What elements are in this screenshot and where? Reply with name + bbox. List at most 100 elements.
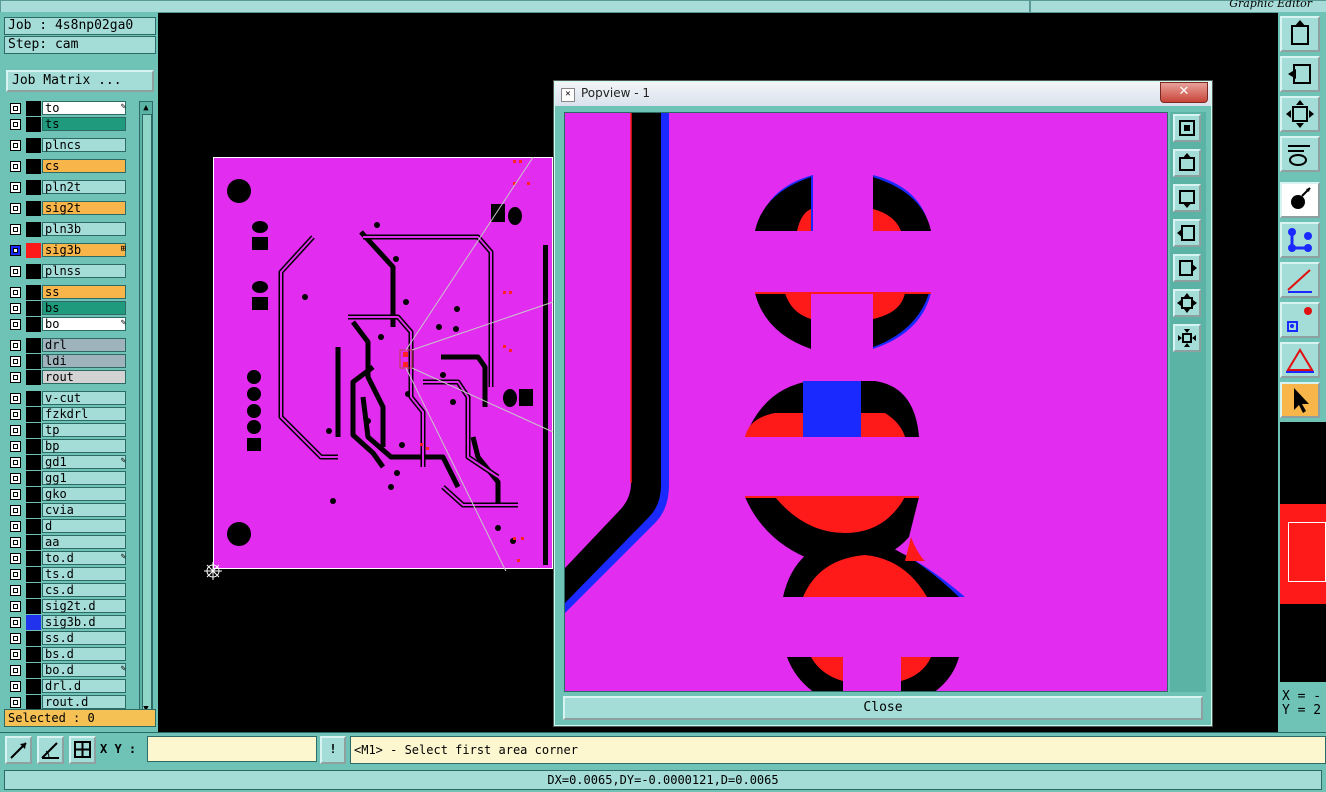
scroll-up-icon[interactable]: ▲ <box>141 103 151 113</box>
layer-row-pln3b[interactable]: pln3b <box>6 222 128 237</box>
layer-affected-marker[interactable] <box>26 519 41 534</box>
layer-row-plncs[interactable]: plncs <box>6 138 128 153</box>
layer-row-to-d[interactable]: to.d ✎ <box>6 551 128 566</box>
layer-affected-marker[interactable] <box>26 407 41 422</box>
layer-name[interactable]: sig2t.d <box>42 599 126 613</box>
zoom-home-button[interactable] <box>1173 114 1201 142</box>
layer-checkbox[interactable] <box>10 140 21 151</box>
route-button[interactable] <box>1280 222 1320 258</box>
view-prev-button[interactable] <box>1280 56 1320 92</box>
layer-checkbox[interactable] <box>10 457 21 468</box>
layer-name[interactable]: to <box>42 101 126 115</box>
layer-checkbox[interactable] <box>10 473 21 484</box>
layer-checkbox[interactable] <box>10 553 21 564</box>
layer-row-gd1[interactable]: gd1 ✎ <box>6 455 128 470</box>
layer-name[interactable]: bo <box>42 317 126 331</box>
layer-affected-marker[interactable] <box>26 101 41 116</box>
layer-name[interactable]: bs <box>42 301 126 315</box>
layer-row-rout-d[interactable]: rout.d <box>6 695 128 710</box>
layer-affected-marker[interactable] <box>26 695 41 710</box>
layer-affected-marker[interactable] <box>26 583 41 598</box>
layer-row-cs[interactable]: cs <box>6 159 128 174</box>
layer-checkbox[interactable] <box>10 266 21 277</box>
pan-down-button[interactable] <box>1173 184 1201 212</box>
layer-checkbox[interactable] <box>10 537 21 548</box>
layer-name[interactable]: sig3b <box>42 243 126 257</box>
layer-checkbox[interactable] <box>10 340 21 351</box>
layer-name[interactable]: ldi <box>42 354 126 368</box>
layer-affected-marker[interactable] <box>26 317 41 332</box>
layer-row-gg1[interactable]: gg1 <box>6 471 128 486</box>
layer-name[interactable]: sig3b.d <box>42 615 126 629</box>
layer-row-cvia[interactable]: cvia <box>6 503 128 518</box>
popview-close-icon[interactable]: ✕ <box>1160 82 1208 103</box>
layer-affected-marker[interactable] <box>26 201 41 216</box>
layer-affected-marker[interactable] <box>26 567 41 582</box>
layer-row-rout[interactable]: rout <box>6 370 128 385</box>
measure-button[interactable] <box>1280 262 1320 298</box>
layer-name[interactable]: plnss <box>42 264 126 278</box>
popview-close-button[interactable]: Close <box>563 696 1203 720</box>
layer-affected-marker[interactable] <box>26 455 41 470</box>
layer-checkbox[interactable] <box>10 601 21 612</box>
layer-row-aa[interactable]: aa <box>6 535 128 550</box>
layer-checkbox[interactable] <box>10 665 21 676</box>
layer-checkbox[interactable] <box>10 585 21 596</box>
layer-checkbox[interactable] <box>10 203 21 214</box>
layer-row-drl[interactable]: drl <box>6 338 128 353</box>
layer-name[interactable]: drl <box>42 338 126 352</box>
layer-affected-marker[interactable] <box>26 180 41 195</box>
layer-affected-marker[interactable] <box>26 551 41 566</box>
layer-name[interactable]: tp <box>42 423 126 437</box>
layer-name[interactable]: gko <box>42 487 126 501</box>
layer-name[interactable]: d <box>42 519 126 533</box>
popview-titlebar[interactable]: ✕ Popview - 1 ✕ <box>555 82 1211 106</box>
layer-name[interactable]: drl.d <box>42 679 126 693</box>
layer-row-ts[interactable]: ts <box>6 117 128 132</box>
layer-row-sig3b[interactable]: sig3b ⊞ <box>6 243 128 258</box>
layer-affected-marker[interactable] <box>26 503 41 518</box>
layer-name[interactable]: bs.d <box>42 647 126 661</box>
layer-row-sig2t-d[interactable]: sig2t.d <box>6 599 128 614</box>
layer-checkbox[interactable] <box>10 649 21 660</box>
layer-affected-marker[interactable] <box>26 117 41 132</box>
layer-affected-marker[interactable] <box>26 423 41 438</box>
layer-list-scrollbar[interactable]: ▲ ▼ <box>139 101 153 717</box>
layer-row-fzkdrl[interactable]: fzkdrl <box>6 407 128 422</box>
select-button[interactable] <box>1280 382 1320 418</box>
layer-affected-marker[interactable] <box>26 285 41 300</box>
pan-left-button[interactable] <box>1173 219 1201 247</box>
layer-name[interactable]: aa <box>42 535 126 549</box>
layer-name[interactable]: cvia <box>42 503 126 517</box>
layer-name[interactable]: cs <box>42 159 126 173</box>
layer-checkbox[interactable] <box>10 393 21 404</box>
layer-row-ts-d[interactable]: ts.d <box>6 567 128 582</box>
layer-affected-marker[interactable] <box>26 679 41 694</box>
layer-row-tp[interactable]: tp <box>6 423 128 438</box>
layer-checkbox[interactable] <box>10 103 21 114</box>
layer-row-ss[interactable]: ss <box>6 285 128 300</box>
layer-row-to[interactable]: to ✎ <box>6 101 128 116</box>
line-mode-button[interactable] <box>5 736 32 764</box>
layer-name[interactable]: bp <box>42 439 126 453</box>
layer-checkbox[interactable] <box>10 287 21 298</box>
pan-up-button[interactable] <box>1173 149 1201 177</box>
grid-mode-button[interactable] <box>69 736 96 764</box>
layer-affected-marker[interactable] <box>26 159 41 174</box>
layer-checkbox[interactable] <box>10 119 21 130</box>
layer-affected-marker[interactable] <box>26 647 41 662</box>
layer-checkbox[interactable] <box>10 569 21 580</box>
layer-name[interactable]: sig2t <box>42 201 126 215</box>
popview-zoom-canvas[interactable] <box>564 112 1168 692</box>
layer-name[interactable]: rout.d <box>42 695 126 709</box>
settings-button[interactable] <box>1280 136 1320 172</box>
layer-affected-marker[interactable] <box>26 663 41 678</box>
layer-row-bs[interactable]: bs <box>6 301 128 316</box>
layer-checkbox[interactable] <box>10 303 21 314</box>
layer-name[interactable]: to.d <box>42 551 126 565</box>
layer-checkbox[interactable] <box>10 224 21 235</box>
add-feature-button[interactable] <box>1280 182 1320 218</box>
layer-checkbox[interactable] <box>10 372 21 383</box>
layer-row-sig3b-d[interactable]: sig3b.d <box>6 615 128 630</box>
layer-name[interactable]: fzkdrl <box>42 407 126 421</box>
